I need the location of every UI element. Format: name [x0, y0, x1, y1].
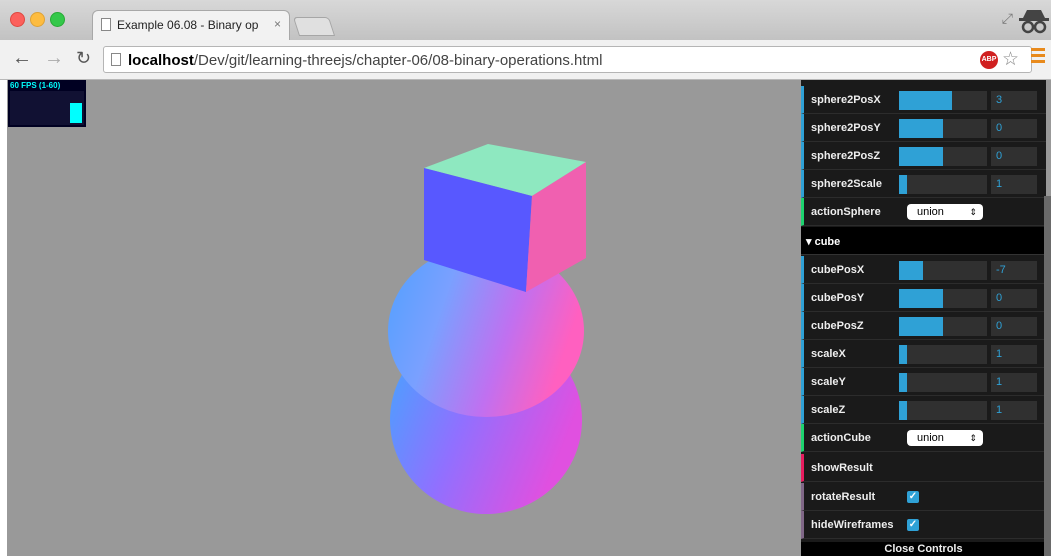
- control-label: rotateResult: [811, 491, 876, 503]
- slider[interactable]: [899, 91, 987, 110]
- arrow-right-icon[interactable]: →: [44, 47, 64, 70]
- select-arrows-icon: ⇕: [969, 207, 977, 217]
- window-edge: [0, 80, 7, 556]
- page-icon: [101, 18, 111, 31]
- adblock-icon[interactable]: ABP: [980, 51, 998, 69]
- number-input[interactable]: 1: [991, 175, 1037, 194]
- close-controls-button[interactable]: Close Controls: [801, 542, 1046, 556]
- window-titlebar: Example 06.08 - Binary op × ⤢: [0, 0, 1051, 41]
- slider[interactable]: [899, 175, 987, 194]
- control-sphere2PosX: sphere2PosX 3: [801, 86, 1046, 114]
- control-actionSphere: actionSphere union ⇕: [801, 198, 1046, 226]
- slider-fill: [899, 289, 943, 308]
- slider[interactable]: [899, 345, 987, 364]
- control-label: actionCube: [811, 432, 871, 444]
- fps-graph: [10, 91, 84, 125]
- fps-stats-panel[interactable]: 60 FPS (1-60): [8, 80, 86, 127]
- address-bar[interactable]: localhost/Dev/git/learning-threejs/chapt…: [103, 46, 1032, 73]
- folder-cube[interactable]: ▾ cube: [801, 227, 1046, 255]
- control-label: actionSphere: [811, 206, 881, 218]
- reload-icon[interactable]: ↻: [76, 48, 91, 69]
- control-scaleZ: scaleZ 1: [801, 396, 1046, 424]
- control-label: hideWireframes: [811, 519, 894, 531]
- control-label: cubePosY: [811, 292, 865, 304]
- control-label: sphere2PosY: [811, 122, 881, 134]
- folder-label: ▾ cube: [806, 236, 841, 248]
- slider-fill: [899, 91, 952, 110]
- hide-wireframes-checkbox[interactable]: ✓: [907, 519, 919, 531]
- control-rotateResult: rotateResult ✓: [801, 483, 1046, 511]
- control-label: cubePosX: [811, 264, 865, 276]
- number-input[interactable]: 1: [991, 345, 1037, 364]
- fullscreen-icon[interactable]: ⤢: [1002, 10, 1013, 27]
- number-input[interactable]: -7: [991, 261, 1037, 280]
- number-input[interactable]: 0: [991, 289, 1037, 308]
- slider[interactable]: [899, 317, 987, 336]
- slider-fill: [899, 147, 943, 166]
- slider-fill: [899, 119, 943, 138]
- slider[interactable]: [899, 401, 987, 420]
- slider[interactable]: [899, 119, 987, 138]
- number-input[interactable]: 0: [991, 317, 1037, 336]
- star-icon[interactable]: ☆: [1002, 48, 1019, 71]
- control-cubePosX: cubePosX -7: [801, 256, 1046, 284]
- tab-close-icon[interactable]: ×: [274, 17, 281, 31]
- new-tab-button[interactable]: [292, 17, 336, 36]
- control-sphere2PosZ: sphere2PosZ 0: [801, 142, 1046, 170]
- slider-fill: [899, 175, 907, 194]
- control-label: cubePosZ: [811, 320, 864, 332]
- incognito-icon: [1019, 10, 1049, 34]
- slider-fill: [899, 373, 907, 392]
- control-label: scaleY: [811, 376, 846, 388]
- url-text[interactable]: localhost/Dev/git/learning-threejs/chapt…: [128, 52, 602, 69]
- control-sphere2PosY: sphere2PosY 0: [801, 114, 1046, 142]
- control-cubePosZ: cubePosZ 0: [801, 312, 1046, 340]
- control-sphere2Scale: sphere2Scale 1: [801, 170, 1046, 198]
- action-sphere-select[interactable]: union ⇕: [907, 204, 983, 220]
- control-label: sphere2PosZ: [811, 150, 881, 162]
- browser-toolbar: ← → ↻ localhost/Dev/git/learning-threejs…: [0, 40, 1051, 80]
- number-input[interactable]: 0: [991, 119, 1037, 138]
- controls-panel: sphere2PosX 3 sphere2PosY 0 sphere2PosZ …: [801, 80, 1046, 556]
- slider[interactable]: [899, 147, 987, 166]
- control-scaleX: scaleX 1: [801, 340, 1046, 368]
- slider-fill: [899, 317, 943, 336]
- control-label: scaleX: [811, 348, 846, 360]
- hamburger-menu-icon[interactable]: [1031, 48, 1045, 66]
- maximize-window-button[interactable]: [50, 12, 65, 27]
- control-actionCube: actionCube union ⇕: [801, 424, 1046, 452]
- slider-fill: [899, 401, 907, 420]
- action-cube-select[interactable]: union ⇕: [907, 430, 983, 446]
- number-input[interactable]: 0: [991, 147, 1037, 166]
- tab-title: Example 06.08 - Binary op: [117, 18, 259, 32]
- slider-fill: [899, 261, 923, 280]
- scrollbar[interactable]: [1044, 196, 1051, 556]
- arrow-left-icon[interactable]: ←: [12, 47, 32, 70]
- control-label: showResult: [811, 462, 873, 474]
- minimize-window-button[interactable]: [30, 12, 45, 27]
- control-cubePosY: cubePosY 0: [801, 284, 1046, 312]
- close-window-button[interactable]: [10, 12, 25, 27]
- number-input[interactable]: 3: [991, 91, 1037, 110]
- fps-label: 60 FPS (1-60): [10, 81, 61, 90]
- browser-tab[interactable]: Example 06.08 - Binary op ×: [92, 10, 290, 40]
- number-input[interactable]: 1: [991, 401, 1037, 420]
- select-arrows-icon: ⇕: [969, 433, 977, 443]
- number-input[interactable]: 1: [991, 373, 1037, 392]
- control-label: sphere2Scale: [811, 178, 882, 190]
- control-label: sphere2PosX: [811, 94, 881, 106]
- rotate-result-checkbox[interactable]: ✓: [907, 491, 919, 503]
- control-label: scaleZ: [811, 404, 846, 416]
- slider-fill: [899, 345, 907, 364]
- control-hideWireframes: hideWireframes ✓: [801, 511, 1046, 539]
- control-scaleY: scaleY 1: [801, 368, 1046, 396]
- slider[interactable]: [899, 373, 987, 392]
- page-icon: [111, 53, 121, 66]
- slider[interactable]: [899, 261, 987, 280]
- show-result-button[interactable]: showResult: [801, 454, 1046, 482]
- slider[interactable]: [899, 289, 987, 308]
